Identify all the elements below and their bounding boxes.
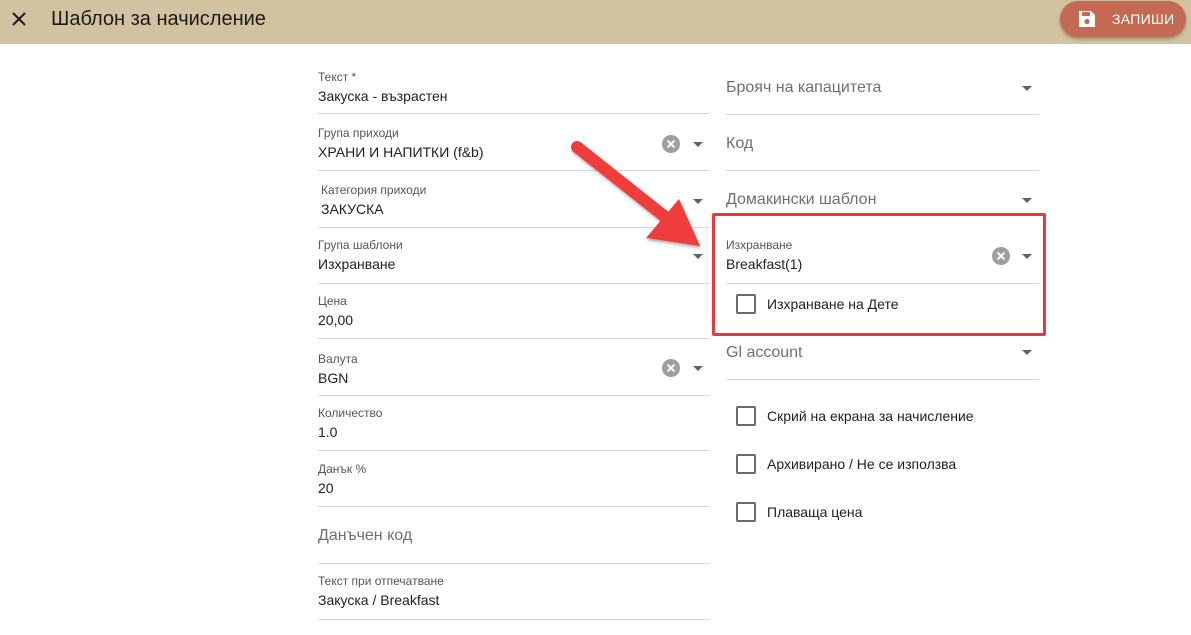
currency-select[interactable]: Валута BGN xyxy=(318,344,710,396)
archived-label: Архивирано / Не се използва xyxy=(767,456,957,472)
print-text-value: Закуска / Breakfast xyxy=(318,592,440,608)
checkbox-box[interactable] xyxy=(736,454,756,474)
hide-on-charge-screen-label: Скрий на екрана за начисление xyxy=(767,408,974,424)
currency-value: BGN xyxy=(318,370,349,386)
page-title: Шаблон за начисление xyxy=(51,8,266,30)
hide-on-charge-screen-checkbox[interactable]: Скрий на екрана за начисление xyxy=(736,404,1036,428)
code-placeholder: Код xyxy=(726,135,754,152)
print-text-field[interactable]: Текст при отпечатване Закуска / Breakfas… xyxy=(318,566,710,620)
template-group-value: Изхранване xyxy=(318,256,396,272)
checkbox-box[interactable] xyxy=(736,406,756,426)
gl-account-select[interactable]: Gl account xyxy=(726,336,1039,380)
housekeeping-template-placeholder: Домакински шаблон xyxy=(726,191,877,208)
template-group-label: Група шаблони xyxy=(318,238,403,252)
price-value: 20,00 xyxy=(318,312,354,328)
tax-code-field[interactable]: Данъчен код xyxy=(318,510,710,564)
clear-circle-icon[interactable] xyxy=(661,358,681,378)
price-label: Цена xyxy=(318,294,347,308)
tax-label: Данък % xyxy=(318,462,367,476)
currency-label: Валута xyxy=(318,352,358,366)
tax-code-placeholder: Данъчен код xyxy=(318,527,413,544)
revenue-group-label: Група приходи xyxy=(318,126,399,140)
price-field[interactable]: Цена 20,00 xyxy=(318,286,710,339)
annotation-arrow-icon xyxy=(571,141,700,246)
save-button[interactable]: ЗАПИШИ xyxy=(1060,1,1186,37)
text-field-value: Закуска - възрастен xyxy=(318,88,448,104)
chevron-down-icon[interactable] xyxy=(1022,350,1032,355)
revenue-group-value: ХРАНИ И НАПИТКИ (f&b) xyxy=(318,144,484,160)
floppy-disk-icon xyxy=(1079,11,1095,27)
revenue-category-label: Категория приходи xyxy=(321,183,427,197)
chevron-down-icon[interactable] xyxy=(693,366,703,371)
capacity-counter-select[interactable]: Брояч на капацитета xyxy=(726,62,1039,115)
code-field[interactable]: Код xyxy=(726,118,1039,171)
annotation-highlight-box xyxy=(712,213,1046,336)
text-field-label: Текст * xyxy=(318,70,357,84)
print-text-label: Текст при отпечатване xyxy=(318,574,444,588)
quantity-label: Количество xyxy=(318,406,383,420)
chevron-down-icon[interactable] xyxy=(1022,86,1032,91)
save-button-label: ЗАПИШИ xyxy=(1112,11,1175,27)
quantity-value: 1.0 xyxy=(318,424,338,440)
text-field[interactable]: Текст * Закуска - възрастен xyxy=(318,62,710,114)
floating-price-label: Плаваща цена xyxy=(767,504,863,520)
chevron-down-icon[interactable] xyxy=(1022,198,1032,203)
tax-value: 20 xyxy=(318,480,334,496)
floating-price-checkbox[interactable]: Плаваща цена xyxy=(736,500,1036,524)
top-app-bar: Шаблон за начисление ЗАПИШИ xyxy=(0,0,1191,44)
capacity-counter-placeholder: Брояч на капацитета xyxy=(726,79,882,96)
close-icon[interactable] xyxy=(8,8,30,30)
tax-field[interactable]: Данък % 20 xyxy=(318,454,710,507)
gl-account-placeholder: Gl account xyxy=(726,344,803,361)
revenue-category-value: ЗАКУСКА xyxy=(321,201,384,217)
archived-checkbox[interactable]: Архивирано / Не се използва xyxy=(736,452,1036,476)
checkbox-box[interactable] xyxy=(736,502,756,522)
quantity-field[interactable]: Количество 1.0 xyxy=(318,398,710,451)
